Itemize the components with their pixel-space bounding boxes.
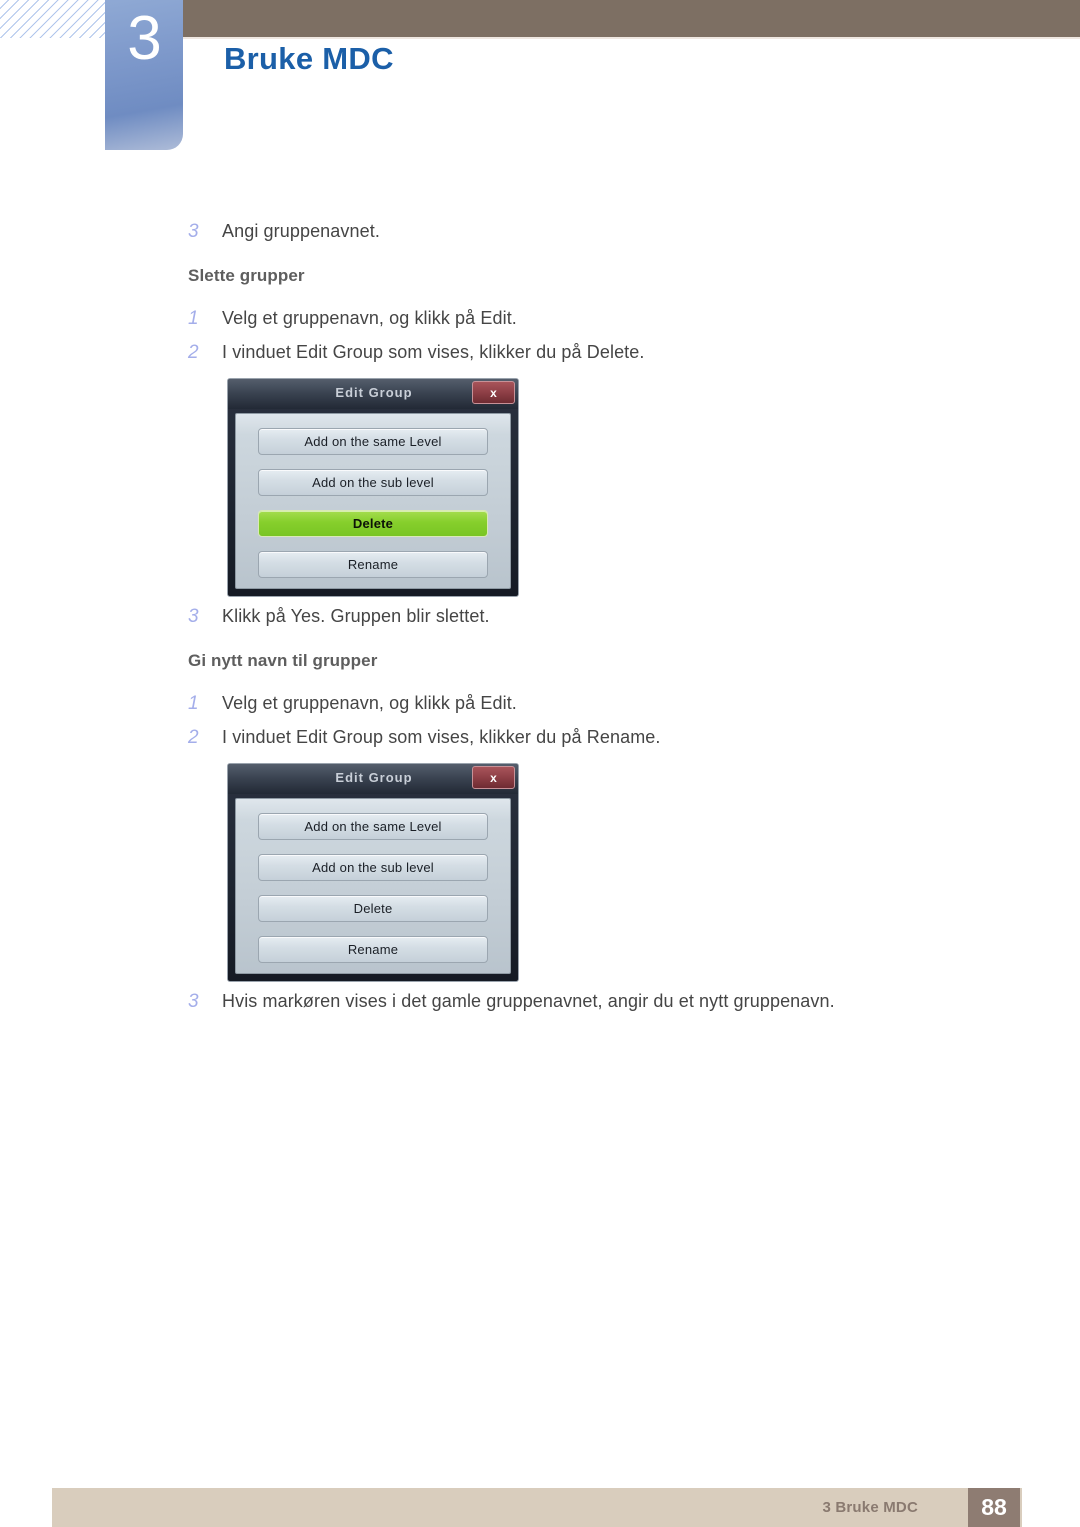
- page-footer: 3 Bruke MDC 88: [52, 1488, 1022, 1527]
- page-number: 88: [968, 1488, 1020, 1527]
- step-number: 2: [188, 727, 199, 748]
- step-number: 3: [188, 991, 199, 1012]
- step-text: Angi gruppenavnet.: [222, 221, 380, 241]
- header-bar-underline: [180, 37, 1080, 39]
- list-item: 1 Velg et gruppenavn, og klikk på Edit.: [188, 308, 517, 330]
- dialog-body: Add on the same Level Add on the sub lev…: [235, 798, 511, 974]
- delete-button[interactable]: Delete: [258, 895, 488, 922]
- step-text: Velg et gruppenavn, og klikk på Edit.: [222, 693, 517, 713]
- list-item: 1 Velg et gruppenavn, og klikk på Edit.: [188, 693, 517, 715]
- close-icon[interactable]: x: [472, 766, 515, 789]
- step-text: I vinduet Edit Group som vises, klikker …: [222, 727, 661, 747]
- page-header: 3 Bruke MDC: [0, 0, 1080, 160]
- section-heading-gi-nytt-navn: Gi nytt navn til grupper: [188, 651, 378, 670]
- dialog-titlebar: Edit Group x: [228, 379, 518, 409]
- step-number: 3: [188, 606, 199, 627]
- header-brown-bar: [180, 0, 1080, 37]
- list-item: 3 Hvis markøren vises i det gamle gruppe…: [188, 991, 835, 1013]
- chapter-tab: 3: [105, 0, 183, 150]
- add-on-same-level-button[interactable]: Add on the same Level: [258, 813, 488, 840]
- chapter-number: 3: [127, 4, 161, 73]
- step-number: 3: [188, 221, 199, 242]
- list-item: 3 Angi gruppenavnet.: [188, 221, 380, 243]
- list-item: 2 I vinduet Edit Group som vises, klikke…: [188, 727, 661, 749]
- dialog-body: Add on the same Level Add on the sub lev…: [235, 413, 511, 589]
- dialog-titlebar: Edit Group x: [228, 764, 518, 794]
- list-item: 2 I vinduet Edit Group som vises, klikke…: [188, 342, 645, 364]
- footer-chapter-label: 3 Bruke MDC: [822, 1499, 918, 1516]
- rename-button[interactable]: Rename: [258, 551, 488, 578]
- add-on-same-level-button[interactable]: Add on the same Level: [258, 428, 488, 455]
- step-number: 1: [188, 693, 199, 714]
- close-icon[interactable]: x: [472, 381, 515, 404]
- delete-button[interactable]: Delete: [258, 510, 488, 537]
- add-on-sub-level-button[interactable]: Add on the sub level: [258, 854, 488, 881]
- page-title: Bruke MDC: [224, 41, 394, 76]
- rename-button[interactable]: Rename: [258, 936, 488, 963]
- step-number: 1: [188, 308, 199, 329]
- edit-group-dialog-rename[interactable]: Edit Group x Add on the same Level Add o…: [227, 763, 519, 982]
- add-on-sub-level-button[interactable]: Add on the sub level: [258, 469, 488, 496]
- section-heading-slette-grupper: Slette grupper: [188, 266, 305, 285]
- step-text: Hvis markøren vises i det gamle gruppena…: [222, 991, 835, 1011]
- list-item: 3 Klikk på Yes. Gruppen blir slettet.: [188, 606, 490, 628]
- step-text: Velg et gruppenavn, og klikk på Edit.: [222, 308, 517, 328]
- step-number: 2: [188, 342, 199, 363]
- step-text: I vinduet Edit Group som vises, klikker …: [222, 342, 645, 362]
- decorative-hatch-pattern: [0, 0, 110, 38]
- step-text: Klikk på Yes. Gruppen blir slettet.: [222, 606, 490, 626]
- edit-group-dialog-delete[interactable]: Edit Group x Add on the same Level Add o…: [227, 378, 519, 597]
